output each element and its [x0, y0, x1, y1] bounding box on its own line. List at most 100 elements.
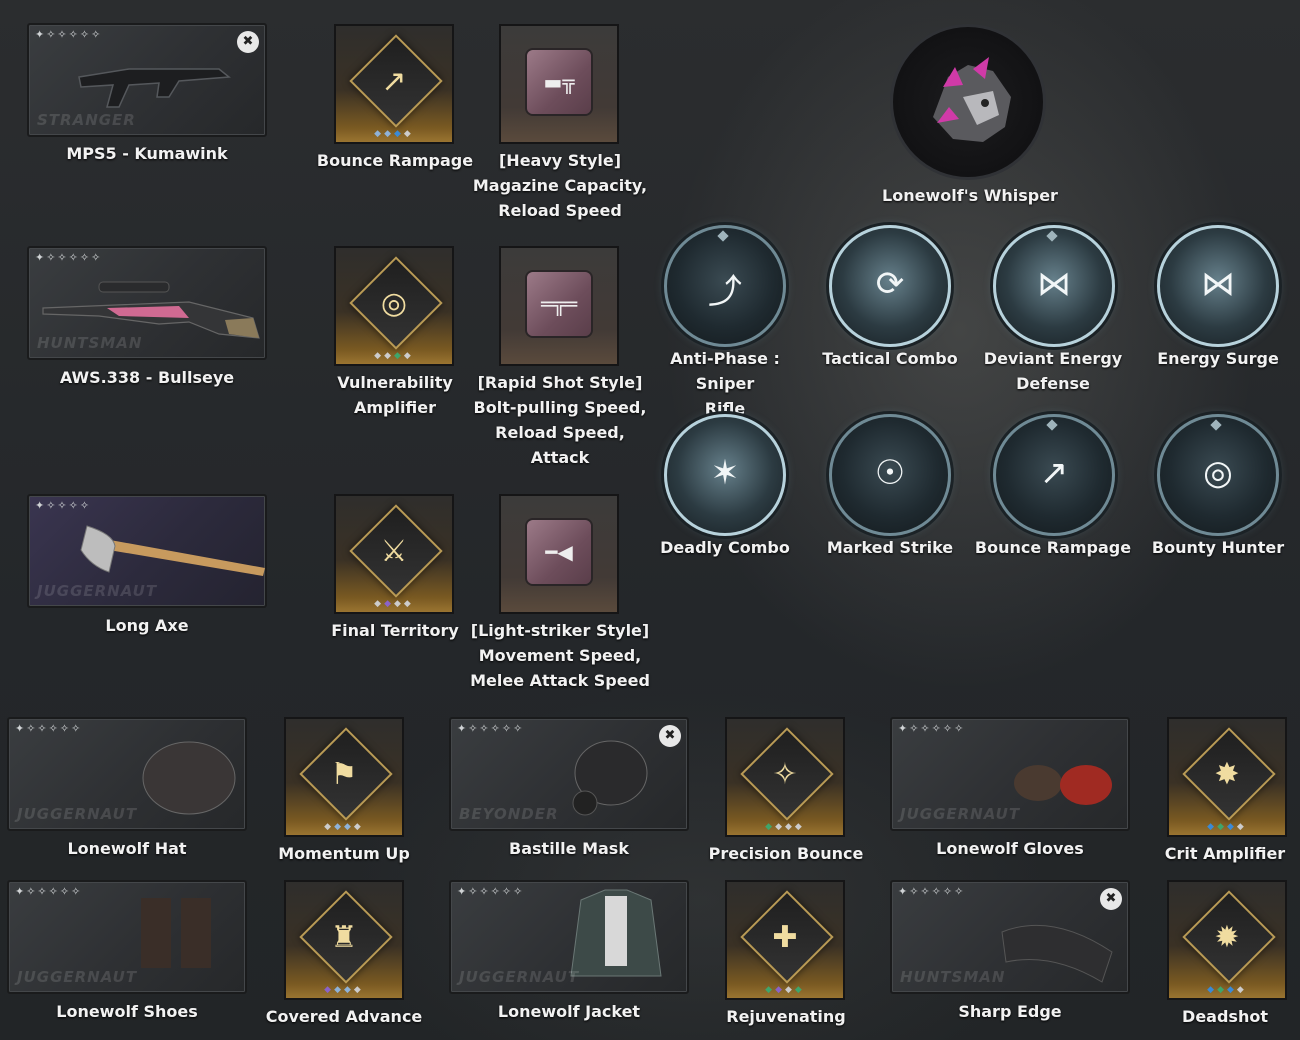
module-precision-bounce[interactable]: ✧ ◆◆◆◆ [725, 717, 845, 837]
brand-label: JUGGERNAUT [17, 968, 138, 986]
brand-label: HUNTSMAN [900, 968, 1006, 986]
rarity-stars: ✦✧✧✧✧✧ [457, 885, 525, 898]
weapon-card-aws338[interactable]: ✦✧✧✧✧✧ HUNTSMAN [27, 246, 267, 360]
covered-icon: ♜ [330, 920, 358, 955]
module-sockets: ◆◆◆◆ [765, 985, 805, 995]
deadshot-icon: ✹ [1214, 920, 1240, 955]
skill-bounce-rampage[interactable]: ↗ [993, 414, 1115, 536]
module-name: Vulnerability Amplifier [337, 373, 453, 417]
boots-image [141, 898, 211, 968]
module-vulnerability-amplifier[interactable]: ◎ ◆◆◆◆ [334, 246, 454, 366]
skill-deadly-combo[interactable]: ✶ [664, 414, 786, 536]
brand-label: JUGGERNAUT [17, 805, 138, 823]
style-module-name: [Rapid Shot Style] Bolt-pulling Speed, R… [473, 373, 647, 467]
bounty-icon: ◎ [1203, 453, 1233, 493]
skill-bounty-hunter[interactable]: ◎ [1157, 414, 1279, 536]
knife-icon: ━◀ [545, 540, 573, 564]
bounce-icon: ↗ [1039, 453, 1069, 493]
gear-card-lonewolf-gloves[interactable]: ✦✧✧✧✧✧ JUGGERNAUT [890, 717, 1130, 831]
module-sockets: ◆◆◆◆ [324, 985, 364, 995]
brand-label: HUNTSMAN [37, 334, 143, 352]
module-sockets: ◆◆◆◆ [374, 129, 414, 139]
skill-energy-surge[interactable]: ⋈ [1157, 225, 1279, 347]
helmet-image [142, 741, 236, 815]
module-crit-amplifier[interactable]: ✸ ◆◆◆◆ [1167, 717, 1287, 837]
gear-name: Bastille Mask [509, 839, 629, 858]
butterfly-icon: ⋈ [1201, 264, 1235, 304]
gear-card-lonewolf-jacket[interactable]: ✦✧✧✧✧✧ JUGGERNAUT [449, 880, 689, 994]
weapon-card-long-axe[interactable]: ✦✧✧✧✧ JUGGERNAUT [27, 494, 267, 608]
gear-card-bastille-mask[interactable]: ✦✧✧✧✧✧ ✖ BEYONDER [449, 717, 689, 831]
brand-label: STRANGER [37, 111, 136, 129]
bounce-icon: ↗ [381, 64, 407, 99]
module-name: Final Territory [331, 621, 459, 640]
rarity-stars: ✦✧✧✧✧✧ [15, 885, 83, 898]
gear-card-lonewolf-hat[interactable]: ✦✧✧✧✧✧ JUGGERNAUT [7, 717, 247, 831]
brand-label: JUGGERNAUT [459, 968, 580, 986]
skill-name: Energy Surge [1157, 349, 1279, 368]
leg-armor-image [1001, 924, 1113, 983]
weapon-name: Long Axe [105, 616, 189, 635]
skill-deviant-energy-defense[interactable]: ⋈ [993, 225, 1115, 347]
butterfly-shield-icon: ⋈ [1037, 264, 1071, 304]
module-name: Rejuvenating [726, 1007, 846, 1026]
gear-name: Lonewolf Jacket [497, 1002, 641, 1021]
skill-pip [1046, 419, 1058, 431]
module-name: Momentum Up [278, 844, 410, 863]
skill-pip [1210, 419, 1222, 431]
skill-pip [717, 230, 729, 242]
gear-name: Lonewolf Gloves [936, 839, 1084, 858]
skill-name: Deviant Energy Defense [983, 349, 1123, 393]
weapon-name: MPS5 - Kumawink [66, 144, 228, 163]
brand-label: JUGGERNAUT [37, 582, 158, 600]
whisper-name: Lonewolf's Whisper [882, 186, 1058, 205]
module-final-territory[interactable]: ⚔ ◆◆◆◆ [334, 494, 454, 614]
rarity-stars: ✦✧✧✧✧✧ [35, 28, 103, 41]
rarity-stars: ✦✧✧✧✧✧ [898, 722, 966, 735]
module-name: Bounce Rampage [316, 151, 474, 170]
marked-icon: ☉ [874, 453, 906, 493]
skill-anti-phase-sniper[interactable]: ⤴ [664, 225, 786, 347]
gas-mask-image [572, 740, 648, 816]
gear-card-lonewolf-shoes[interactable]: ✦✧✧✧✧✧ JUGGERNAUT [7, 880, 247, 994]
weapon-card-mps5[interactable]: ✦✧✧✧✧✧ ✖ STRANGER [27, 23, 267, 137]
module-sockets: ◆◆◆◆ [765, 822, 805, 832]
style-module-heavy[interactable]: ▬╦ [499, 24, 619, 144]
rarity-stars: ✦✧✧✧✧✧ [35, 251, 103, 264]
module-momentum-up[interactable]: ⚑ ◆◆◆◆ [284, 717, 404, 837]
module-sockets: ◆◆◆◆ [374, 351, 414, 361]
module-name: Crit Amplifier [1164, 844, 1286, 863]
module-bounce-rampage[interactable]: ↗ ◆◆◆◆ [334, 24, 454, 144]
module-sockets: ◆◆◆◆ [374, 599, 414, 609]
module-name: Deadshot [1182, 1007, 1268, 1026]
wolf-skull-icon [933, 57, 1011, 142]
module-rejuvenating[interactable]: ✚ ◆◆◆◆ [725, 880, 845, 1000]
lonewolf-whisper-orb[interactable] [890, 24, 1046, 180]
module-covered-advance[interactable]: ♜ ◆◆◆◆ [284, 880, 404, 1000]
rarity-stars: ✦✧✧✧✧✧ [457, 722, 525, 735]
style-module-light-striker[interactable]: ━◀ [499, 494, 619, 614]
skill-name: Deadly Combo [660, 538, 790, 557]
gear-name: Lonewolf Hat [67, 839, 187, 858]
style-module-rapid-shot[interactable]: ═╦═ [499, 246, 619, 366]
module-name: Covered Advance [265, 1007, 423, 1026]
skill-name: Bounty Hunter [1151, 538, 1285, 557]
gear-card-sharp-edge[interactable]: ✦✧✧✧✧✧ ✖ HUNTSMAN [890, 880, 1130, 994]
smg-icon: ▬╦ [543, 70, 575, 94]
remove-icon[interactable]: ✖ [237, 31, 259, 53]
precision-icon: ✧ [772, 757, 798, 792]
style-module-name: [Light-striker Style] Movement Speed, Me… [470, 621, 650, 690]
target-icon: ◎ [380, 286, 408, 321]
skill-marked-strike[interactable]: ☉ [829, 414, 951, 536]
remove-icon[interactable]: ✖ [659, 725, 681, 747]
sniper-up-icon: ⤴ [708, 272, 742, 312]
module-name: Precision Bounce [708, 844, 864, 863]
weapon-name: AWS.338 - Bullseye [59, 368, 235, 387]
module-deadshot[interactable]: ✹ ◆◆◆◆ [1167, 880, 1287, 1000]
module-sockets: ◆◆◆◆ [324, 822, 364, 832]
crit-icon: ✸ [1214, 757, 1240, 792]
skill-tactical-combo[interactable]: ⟳ [829, 225, 951, 347]
territory-icon: ⚔ [380, 534, 408, 569]
brand-label: JUGGERNAUT [900, 805, 1021, 823]
skill-name: Tactical Combo [822, 349, 958, 368]
